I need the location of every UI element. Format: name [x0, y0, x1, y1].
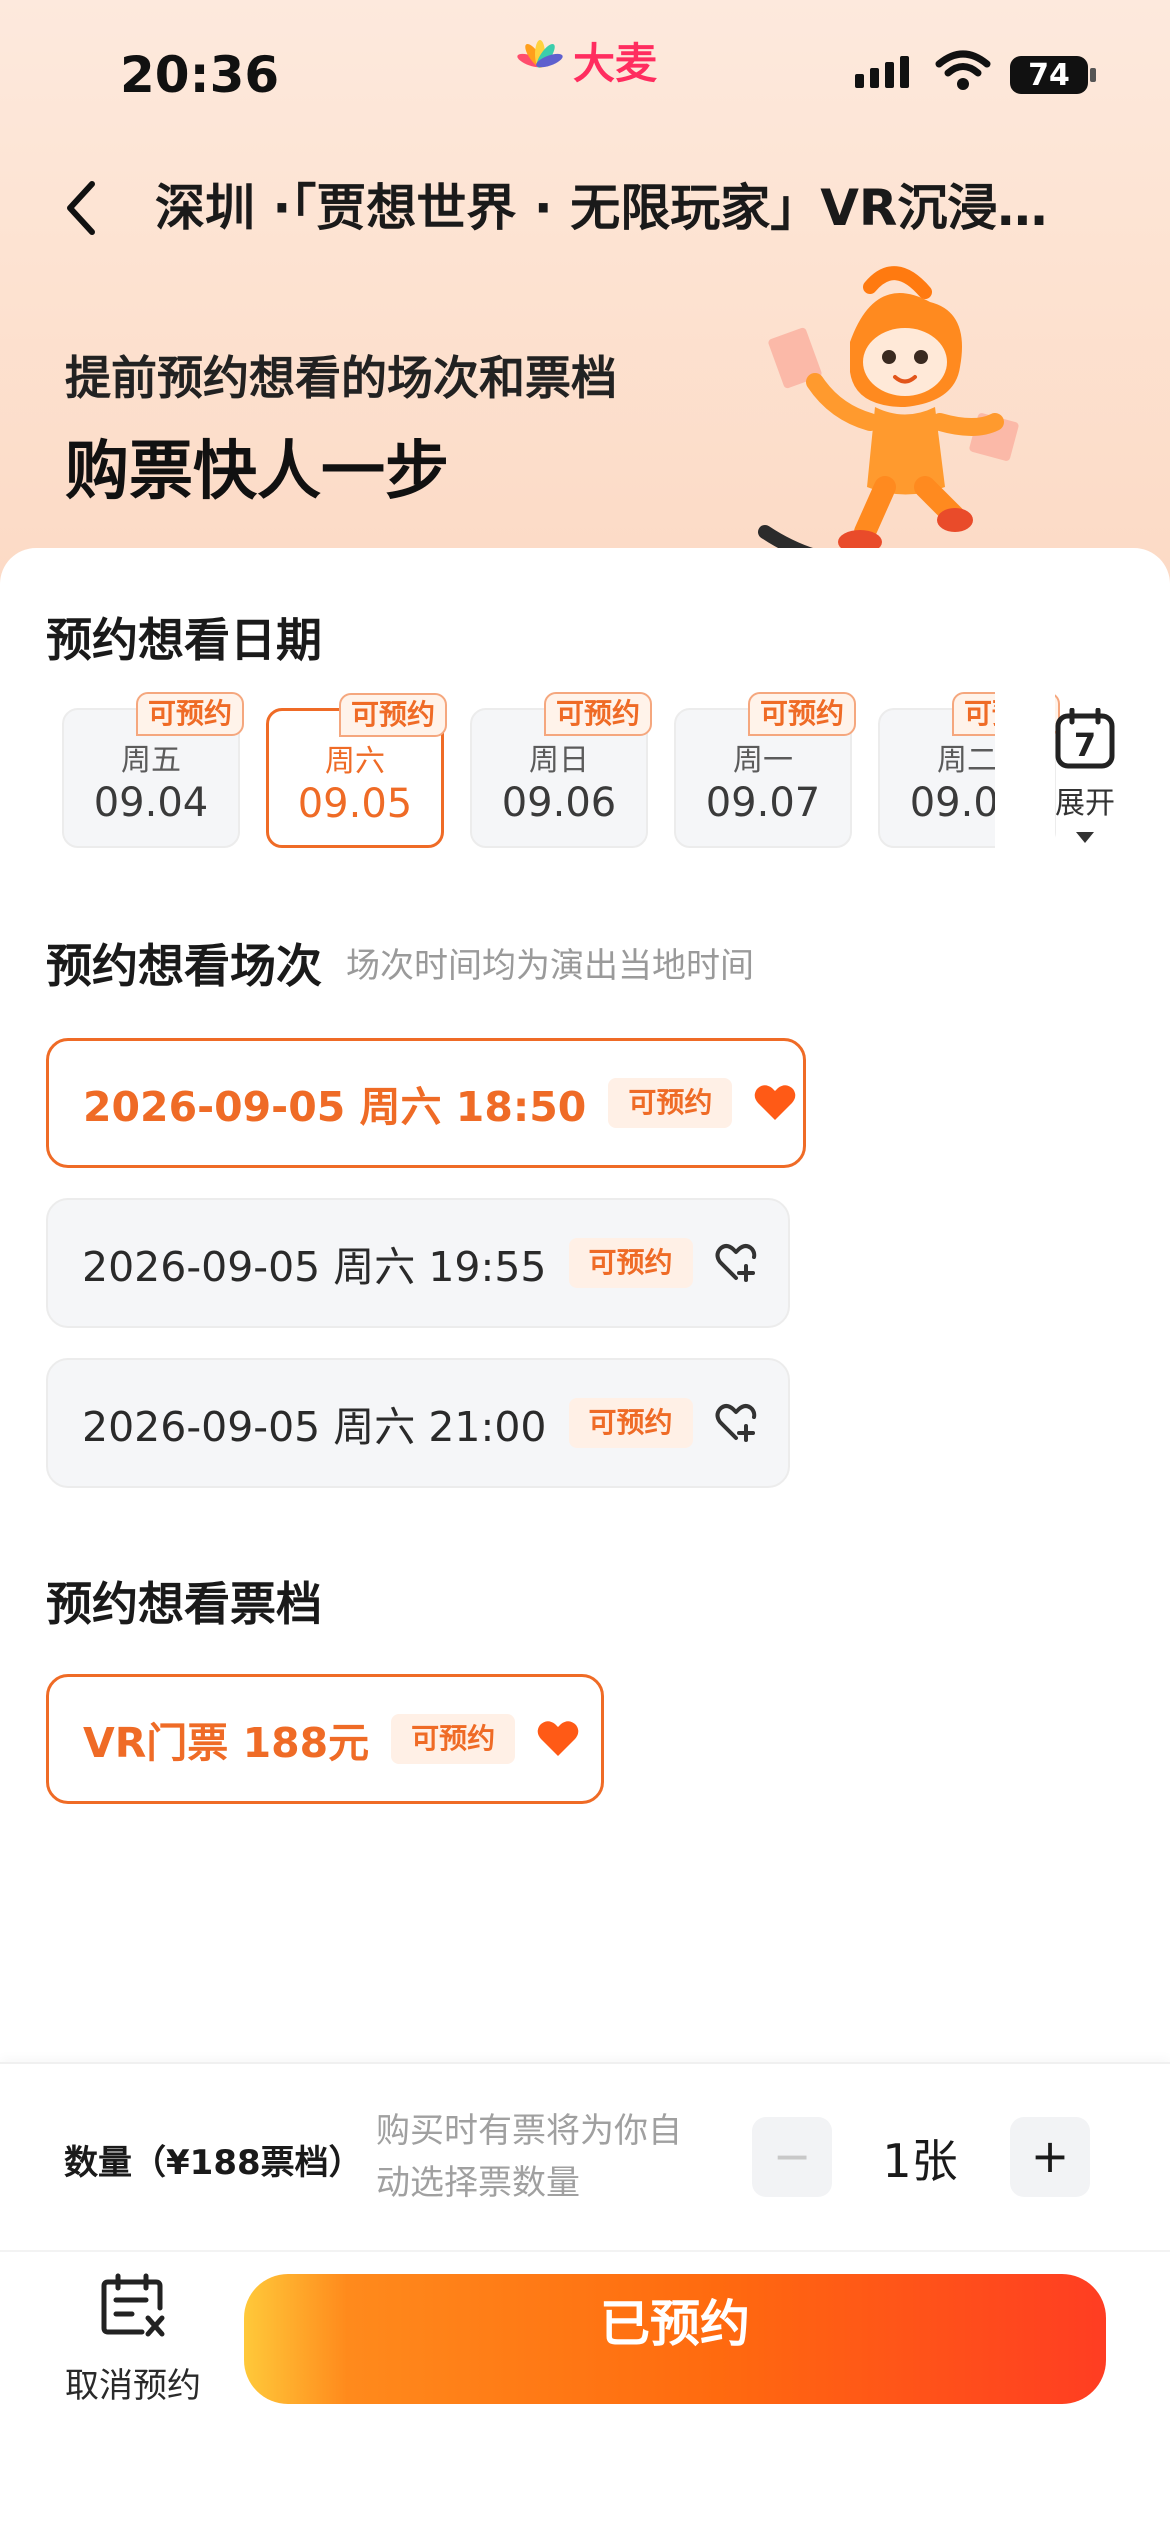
ticket-tier-label: VR门票 188元 [83, 1719, 370, 1767]
back-icon[interactable] [60, 178, 104, 238]
calendar-number: 7 [1074, 726, 1096, 764]
date-weekday: 周五 [121, 743, 181, 778]
wifi-icon [935, 50, 991, 90]
reservable-tag: 可预约 [608, 1078, 733, 1128]
heart-add-icon [715, 1244, 756, 1282]
banner-subtitle: 提前预约想看的场次和票档 [65, 351, 617, 405]
cancel-reservation-button[interactable]: 取消预约 [58, 2272, 208, 2407]
date-weekday: 周一 [733, 743, 793, 778]
brand-logo-icon [517, 39, 563, 68]
calendar-icon: 7 [1055, 707, 1115, 769]
quantity-label: 数量（¥188票档） [64, 2143, 363, 2183]
quantity-hint: 购买时有票将为你自动选择票数量 [376, 2111, 682, 2203]
date-day: 09.07 [705, 780, 821, 826]
date-tag: 可预约 [338, 693, 447, 737]
cancel-calendar-icon [101, 2273, 165, 2337]
reservable-tag: 可预约 [568, 1398, 693, 1448]
heart-add-icon [715, 1404, 756, 1442]
status-time: 20:36 [120, 46, 280, 104]
date-weekday: 周六 [325, 744, 385, 779]
expand-label: 展开 [1055, 786, 1115, 821]
brand: 大麦 [515, 30, 657, 91]
reservable-tag: 可预约 [568, 1238, 693, 1288]
brand-name: 大麦 [573, 39, 658, 88]
cancel-reservation-label: 取消预约 [65, 2366, 201, 2406]
signal-icon [855, 56, 909, 88]
quantity-decrease-button[interactable]: − [752, 2117, 832, 2197]
banner-title: 购票快人一步 [65, 435, 449, 509]
reserved-button[interactable]: 已预约 [244, 2274, 1106, 2404]
date-option-0904[interactable]: 可预约 周五 09.04 [62, 692, 244, 848]
heart-filled-icon [537, 1721, 579, 1756]
quantity-value: 1张 [882, 2134, 958, 2188]
date-weekday: 周日 [529, 743, 589, 778]
date-tag: 可预约 [135, 692, 244, 736]
caret-down-icon [1076, 832, 1094, 843]
date-section-title: 预约想看日期 [46, 613, 322, 667]
session-option-1955[interactable]: 2026-09-05 周六 19:55 可预约 [46, 1198, 790, 1328]
ticket-tier-vr-188[interactable]: VR门票 188元 可预约 [46, 1674, 604, 1804]
date-option-0907[interactable]: 可预约 周一 09.07 [674, 692, 856, 848]
session-time: 2026-09-05 周六 19:55 [82, 1243, 547, 1291]
session-section-title: 预约想看场次 [46, 939, 322, 993]
battery-cap [1090, 68, 1096, 82]
mascot-illustration [758, 266, 1019, 580]
reservable-tag: 可预约 [391, 1714, 516, 1764]
session-time: 2026-09-05 周六 21:00 [82, 1403, 547, 1451]
session-option-2100[interactable]: 2026-09-05 周六 21:00 可预约 [46, 1358, 790, 1488]
heart-filled-icon [755, 1085, 796, 1120]
date-day: 09.04 [93, 780, 209, 826]
date-option-0906[interactable]: 可预约 周日 09.06 [470, 692, 652, 848]
date-tag: 可预约 [543, 692, 652, 736]
battery-icon: 74 [1010, 56, 1088, 94]
page-title: 深圳 ·「贾想世界 · 无限玩家」VR沉浸式... [155, 179, 1095, 237]
session-time: 2026-09-05 周六 18:50 [83, 1083, 587, 1131]
date-option-0905[interactable]: 可预约 周六 09.05 [266, 693, 447, 848]
session-option-1850[interactable]: 2026-09-05 周六 18:50 可预约 [46, 1038, 806, 1168]
expand-calendar-button[interactable]: 7 展开 [1040, 707, 1130, 848]
session-section-hint: 场次时间均为演出当地时间 [346, 946, 754, 986]
date-day: 09.06 [501, 780, 617, 826]
date-day: 09.05 [297, 781, 413, 827]
quantity-increase-button[interactable]: + [1010, 2117, 1090, 2197]
date-tag: 可预约 [747, 692, 856, 736]
ticket-section-title: 预约想看票档 [46, 1577, 322, 1631]
